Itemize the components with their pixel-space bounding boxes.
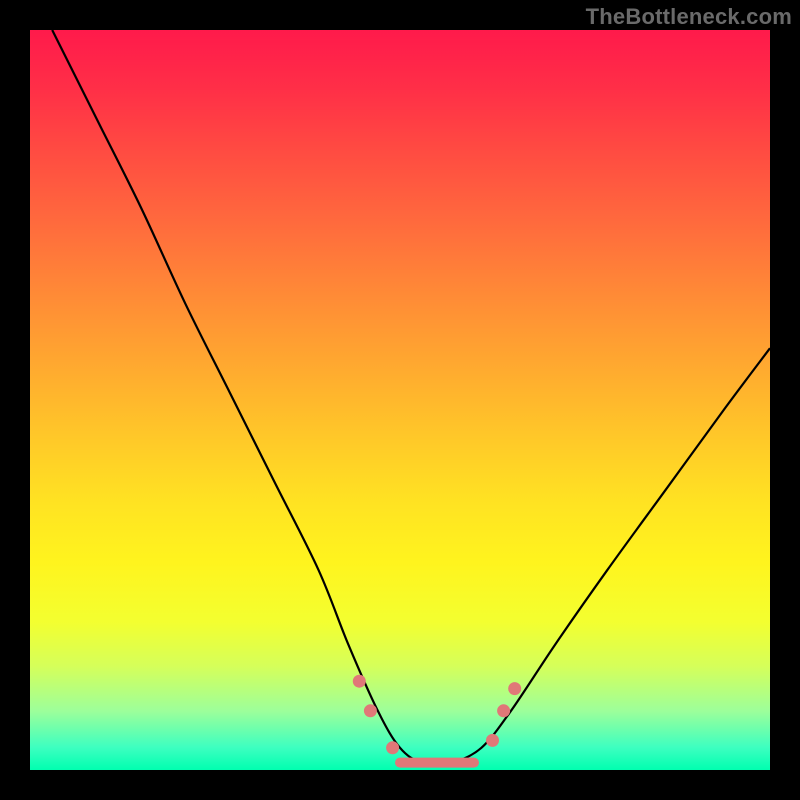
- bottleneck-curve: [52, 30, 770, 764]
- curve-marker: [353, 675, 366, 688]
- watermark-text: TheBottleneck.com: [586, 4, 792, 30]
- curve-marker: [508, 682, 521, 695]
- curve-marker: [497, 704, 510, 717]
- chart-svg: [30, 30, 770, 770]
- plot-area: [30, 30, 770, 770]
- curve-markers: [353, 675, 521, 755]
- curve-marker: [386, 741, 399, 754]
- curve-marker: [486, 734, 499, 747]
- chart-frame: TheBottleneck.com: [0, 0, 800, 800]
- curve-marker: [364, 704, 377, 717]
